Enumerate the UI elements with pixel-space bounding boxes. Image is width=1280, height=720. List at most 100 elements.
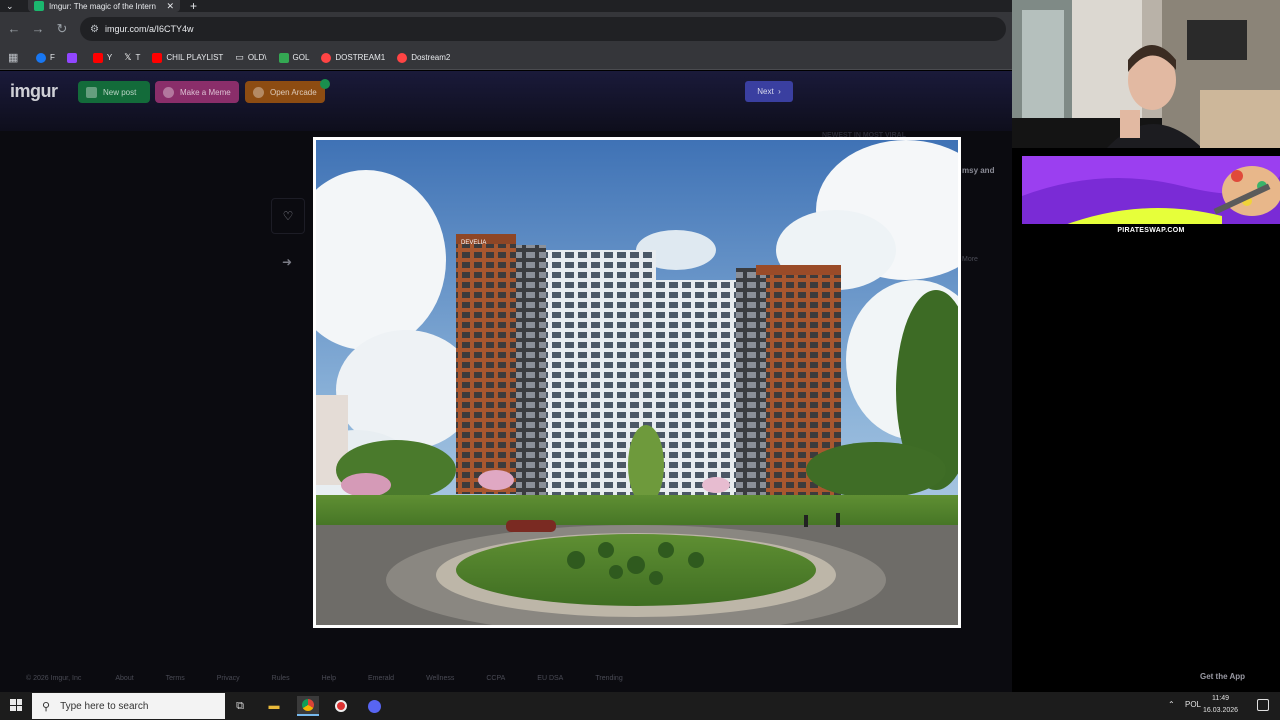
bookmark-old[interactable]: ▭ OLD\	[235, 52, 266, 63]
bookmark-dostream1[interactable]: DOSTREAM1	[321, 52, 386, 63]
tab-list-icon[interactable]: ⌄	[6, 0, 14, 12]
windows-start-icon[interactable]	[10, 699, 22, 711]
tray-overflow-icon[interactable]: ⌃	[1168, 700, 1175, 709]
youtube-icon	[92, 52, 103, 63]
taskbar-search-placeholder: Type here to search	[60, 700, 149, 712]
forward-icon[interactable]: →	[30, 21, 46, 37]
bookmark-label: T	[135, 53, 141, 62]
dostream-icon	[397, 52, 408, 63]
bookmark-label: CHIL PLAYLIST	[166, 53, 224, 62]
discord-icon	[367, 699, 381, 713]
search-icon: ⚲	[42, 700, 51, 713]
webcam-feed	[1012, 0, 1280, 148]
get-the-app-link[interactable]: Get the App	[1200, 672, 1245, 681]
make-meme-label: Make a Meme	[180, 87, 231, 97]
bookmark-label: F	[50, 53, 55, 62]
dostream-icon	[321, 52, 332, 63]
bookmark-gol[interactable]: GOL	[278, 52, 310, 63]
twitch-icon	[66, 52, 77, 63]
bookmark-twitch[interactable]	[66, 52, 81, 63]
footer-link-ccpa[interactable]: CCPA	[486, 675, 505, 682]
address-bar[interactable]: ⚙ imgur.com/a/I6CTY4w	[80, 17, 1006, 41]
close-tab-icon[interactable]: ✕	[166, 1, 174, 12]
footer-link-rules[interactable]: Rules	[272, 675, 290, 682]
gol-icon	[278, 52, 289, 63]
plus-icon	[86, 86, 97, 98]
bookmark-x[interactable]: 𝕏T	[124, 52, 140, 63]
browser-tab-strip: ⌄ Imgur: The magic of the Intern ✕ +	[0, 0, 1012, 12]
share-button[interactable]: ➜	[282, 255, 292, 269]
clock-date: 16.03.2026	[1203, 707, 1239, 714]
building-sign: DEVELIA	[461, 240, 486, 246]
sponsor-label: PIRATESWAP.COM	[1022, 224, 1280, 238]
bookmark-youtube[interactable]: Y	[92, 52, 113, 63]
footer-link-eu-dsa[interactable]: EU DSA	[537, 675, 563, 682]
bookmark-label: DOSTREAM1	[335, 53, 386, 62]
imgur-page: imgur New post Make a Meme Open Arcade N…	[0, 71, 1012, 692]
bookmark-chil-playlist[interactable]: CHIL PLAYLIST	[152, 52, 224, 63]
recording-app-icon	[335, 700, 347, 712]
side-more[interactable]: More	[962, 256, 978, 263]
imgur-favicon-icon	[34, 1, 44, 11]
side-snippet: msy and	[962, 166, 995, 175]
site-info-icon[interactable]: ⚙	[90, 24, 99, 35]
language-indicator[interactable]: POL	[1185, 700, 1201, 709]
building-rendering-image: DEVELIA	[316, 140, 958, 625]
imgur-header	[0, 71, 1012, 131]
notification-icon[interactable]	[1257, 699, 1269, 711]
open-arcade-button[interactable]: Open Arcade	[245, 81, 325, 103]
favorite-button[interactable]: ♡	[271, 198, 305, 234]
footer-copyright: © 2026 Imgur, Inc	[26, 674, 82, 682]
discord-taskbar-icon[interactable]	[363, 696, 385, 716]
bookmark-dostream2[interactable]: Dostream2	[397, 52, 450, 63]
footer-link-privacy[interactable]: Privacy	[217, 675, 240, 682]
apps-grid-icon[interactable]: ▦	[8, 51, 22, 64]
sponsor-banner[interactable]: PIRATESWAP.COM	[1022, 156, 1280, 238]
imgur-logo[interactable]: imgur	[10, 81, 58, 102]
windows-taskbar: ⚲ Type here to search ⧉ ▬ ⌃ POL 11:49 16…	[0, 692, 1280, 720]
post-image[interactable]: DEVELIA	[313, 137, 961, 628]
make-a-meme-button[interactable]: Make a Meme	[155, 81, 239, 103]
footer-link-terms[interactable]: Terms	[166, 675, 185, 682]
taskbar-search-box[interactable]: ⚲ Type here to search	[32, 693, 225, 719]
footer-link-wellness[interactable]: Wellness	[426, 675, 454, 682]
facebook-icon	[36, 52, 46, 63]
meme-icon	[163, 86, 174, 98]
file-explorer-icon[interactable]: ▬	[263, 696, 285, 716]
footer-link-about[interactable]: About	[115, 675, 133, 682]
x-logo-icon: 𝕏	[124, 52, 132, 62]
bookmark-facebook[interactable]: F	[36, 52, 55, 63]
bookmark-label: OLD\	[247, 53, 267, 62]
arcade-badge	[320, 79, 330, 89]
footer-link-trending[interactable]: Trending	[595, 675, 622, 682]
imgur-footer: © 2026 Imgur, Inc About Terms Privacy Ru…	[0, 669, 1012, 687]
share-arrow-icon: ➜	[282, 255, 293, 269]
taskbar-clock[interactable]: 11:49 16.03.2026	[1203, 693, 1238, 717]
gamepad-icon	[253, 86, 264, 98]
youtube-icon	[152, 52, 163, 63]
new-tab-icon[interactable]: +	[190, 0, 197, 12]
screen: ⌄ Imgur: The magic of the Intern ✕ + ← →…	[0, 0, 1280, 720]
next-button[interactable]: Next ›	[745, 81, 793, 102]
url-text[interactable]: imgur.com/a/I6CTY4w	[105, 24, 194, 34]
new-post-button[interactable]: New post	[78, 81, 150, 103]
footer-link-emerald[interactable]: Emerald	[368, 675, 394, 682]
clock-time: 11:49	[1212, 695, 1230, 702]
reload-icon[interactable]: ↻	[54, 21, 70, 37]
app-taskbar-icon[interactable]	[330, 696, 352, 716]
stream-overlay-pane: PIRATESWAP.COM	[1012, 0, 1280, 692]
chrome-taskbar-icon[interactable]	[297, 696, 319, 716]
bookmark-label: GOL	[292, 53, 310, 62]
open-arcade-label: Open Arcade	[270, 87, 317, 97]
folder-icon: ▭	[235, 52, 244, 62]
webcam-image	[1012, 0, 1280, 148]
footer-link-help[interactable]: Help	[322, 675, 336, 682]
chrome-icon	[302, 699, 314, 711]
heart-icon: ♡	[282, 209, 294, 223]
browser-tab[interactable]: Imgur: The magic of the Intern ✕	[28, 0, 180, 12]
back-icon[interactable]: ←	[6, 21, 22, 37]
bookmark-label: Y	[106, 53, 113, 62]
browser-toolbar: ← → ↻ ⚙ imgur.com/a/I6CTY4w	[0, 12, 1012, 46]
task-view-icon[interactable]: ⧉	[229, 696, 251, 716]
tab-title: Imgur: The magic of the Intern	[48, 1, 156, 11]
